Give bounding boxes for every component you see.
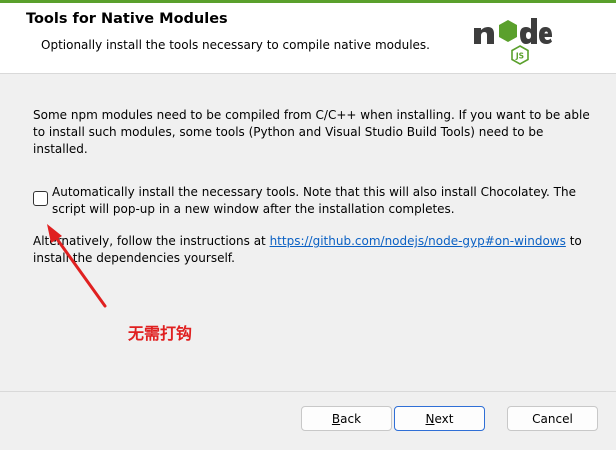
back-mnemonic: B (331, 412, 341, 426)
annotation-note: 无需打钩 (128, 324, 193, 343)
next-label-rest: ext (434, 412, 454, 426)
next-button[interactable]: Next (394, 406, 485, 431)
page-title: Tools for Native Modules (26, 11, 228, 27)
page-subtitle: Optionally install the tools necessary t… (41, 38, 430, 52)
nodejs-logo: JS (474, 18, 552, 65)
back-button[interactable]: Back (301, 406, 392, 431)
install-tools-label[interactable]: Automatically install the necessary tool… (52, 184, 584, 218)
cancel-button[interactable]: Cancel (507, 406, 598, 431)
installer-window: Tools for Native Modules Optionally inst… (0, 0, 616, 450)
alternative-instructions: Alternatively, follow the instructions a… (33, 233, 593, 267)
next-mnemonic: N (425, 412, 435, 426)
install-tools-checkbox[interactable] (33, 191, 48, 206)
description-text: Some npm modules need to be compiled fro… (33, 108, 590, 156)
footer-divider (0, 391, 616, 392)
node-gyp-link[interactable]: https://github.com/nodejs/node-gyp#on-wi… (270, 234, 566, 248)
header-banner: Tools for Native Modules Optionally inst… (0, 3, 616, 74)
back-label-rest: ack (340, 412, 362, 426)
alternative-prefix: Alternatively, follow the instructions a… (33, 234, 270, 248)
logo-badge-text: JS (515, 52, 524, 61)
